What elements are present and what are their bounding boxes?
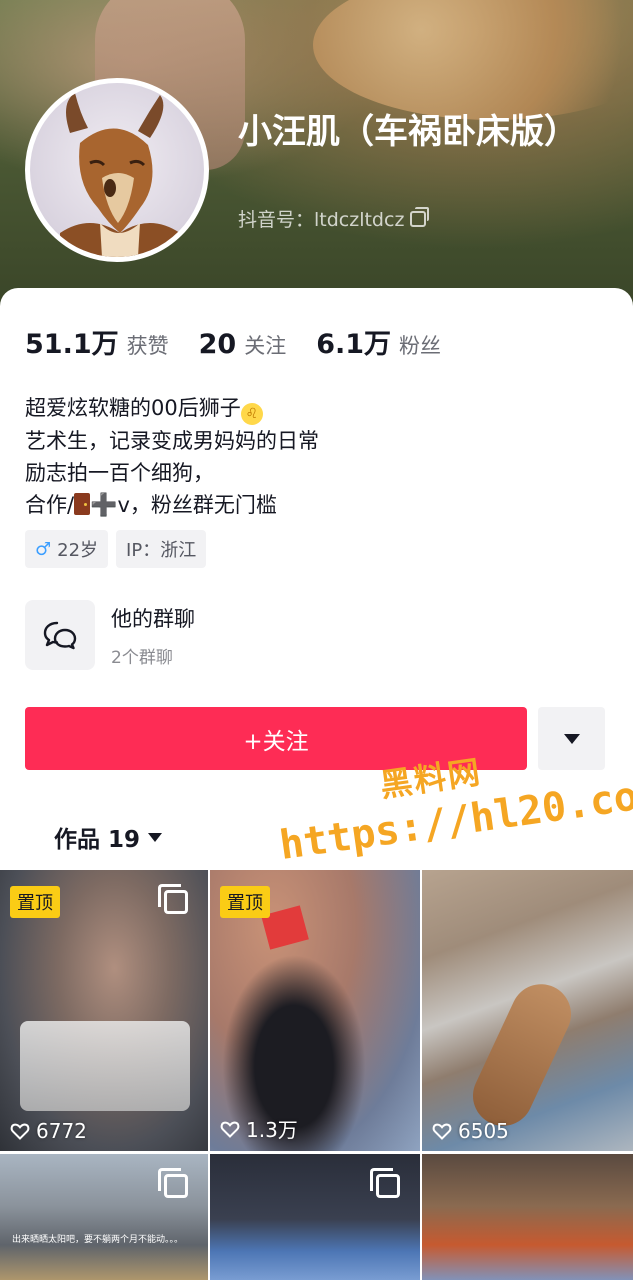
douyin-id-text: 抖音号：ltdczltdcz [238,209,405,231]
avatar-image [30,83,204,257]
stat-label: 关注 [244,334,287,358]
stat-followers[interactable]: 6.1万 粉丝 [316,322,441,361]
douyin-id[interactable]: 抖音号：ltdczltdcz [238,205,430,232]
stat-number: 51.1万 [25,329,119,360]
ip-tag: IP：浙江 [116,530,207,568]
stat-following[interactable]: 20 关注 [199,329,287,360]
video-caption: 出来晒晒太阳吧，要不躺两个月不能动。。。 [12,1235,184,1245]
video-likes-count: 1.3万 [246,1118,298,1142]
profile-nickname: 小汪肌（车祸卧床版） [238,112,578,152]
heart-icon [432,1123,452,1140]
plus-icon: ➕ [90,493,118,518]
profile-bio: 超爱炫软糖的00后狮子 ♌ 艺术生，记录变成男妈妈的日常 励志拍一百个细狗， 合作… [25,392,319,522]
leo-icon: ♌ [240,403,263,425]
video-thumbnail[interactable] [210,1154,420,1280]
heart-icon [10,1123,30,1140]
stat-label: 粉丝 [399,334,442,358]
bio-text: 合作/ [25,493,75,517]
age-tag: ♂ 22岁 [25,530,109,568]
pinned-badge: 置顶 [10,886,60,918]
cover-deer [313,0,633,120]
stat-number: 6.1万 [316,329,392,360]
bio-text: v，粉丝群无门槛 [117,493,277,517]
heart-icon [220,1121,240,1138]
caret-down-icon [148,832,163,842]
bio-line-4: 合作/ ➕v，粉丝群无门槛 [25,489,319,522]
bio-line-3: 励志拍一百个细狗， [25,461,214,485]
video-likes-count: 6505 [458,1119,509,1143]
group-chat-title: 他的群聊 [111,606,195,631]
pinned-badge: 置顶 [220,886,270,918]
door-icon [74,493,91,515]
chat-bubbles-icon [25,600,95,670]
profile-card: 51.1万 获赞 20 关注 6.1万 粉丝 超爱炫软糖的00后狮子 ♌ 艺术生，… [0,288,633,1280]
male-icon: ♂ [35,538,52,560]
group-chat-text: 他的群聊 2个群聊 [111,603,195,668]
multi-image-icon [158,1168,188,1198]
video-grid: 置顶 6772 置顶 1.3万 6505 出来晒晒太阳吧，要不躺两个月不能动。。… [0,870,633,1280]
video-thumbnail[interactable]: 置顶 1.3万 [210,870,420,1151]
stat-likes[interactable]: 51.1万 获赞 [25,322,169,361]
video-thumbnail[interactable]: 6505 [422,870,633,1151]
tab-works-label: 作品 19 [54,827,141,853]
video-thumbnail[interactable]: 出来晒晒太阳吧，要不躺两个月不能动。。。 [0,1154,208,1280]
multi-image-icon [370,1168,400,1198]
stat-label: 获赞 [126,334,169,358]
video-likes: 6505 [432,1119,509,1143]
multi-image-icon [158,884,188,914]
bio-line-2: 艺术生，记录变成男妈妈的日常 [25,429,319,453]
stat-number: 20 [198,329,237,360]
profile-tags: ♂ 22岁 IP：浙江 [25,530,207,568]
profile-stats: 51.1万 获赞 20 关注 6.1万 粉丝 [25,322,441,361]
group-chat-subtitle: 2个群聊 [111,647,173,668]
video-thumbnail[interactable] [422,1154,633,1280]
group-chat-entry[interactable]: 他的群聊 2个群聊 [25,600,195,670]
video-likes-count: 6772 [36,1119,87,1143]
bio-text: 超爱炫软糖的00后狮子 [25,396,241,420]
ip-text: IP：浙江 [126,540,197,561]
bio-line-1: 超爱炫软糖的00后狮子 ♌ [25,392,319,425]
age-text: 22岁 [57,540,99,561]
video-likes: 1.3万 [220,1114,298,1143]
video-thumbnail[interactable]: 置顶 6772 [0,870,208,1151]
video-likes: 6772 [10,1119,87,1143]
copy-icon[interactable] [410,206,430,227]
avatar[interactable] [25,78,209,262]
tab-works[interactable]: 作品 19 [54,820,163,854]
